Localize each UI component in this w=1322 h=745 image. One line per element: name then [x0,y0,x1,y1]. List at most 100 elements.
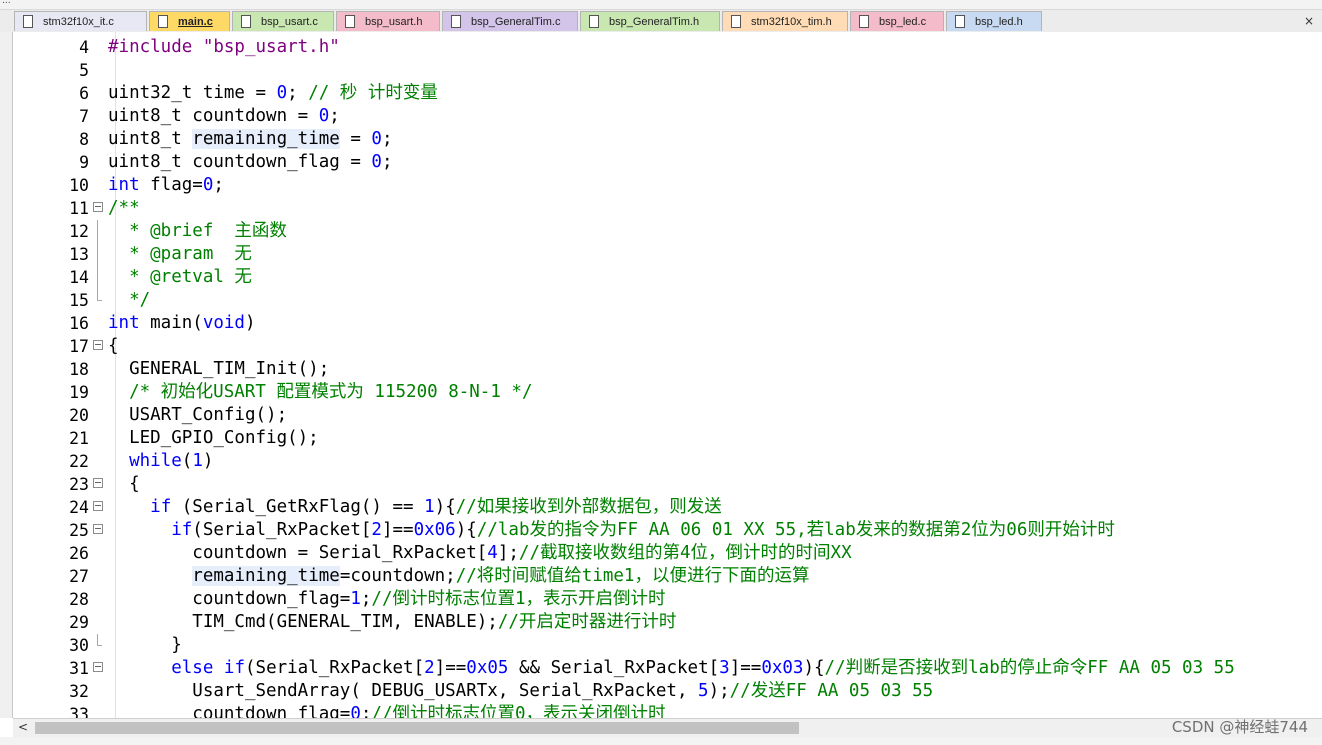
code-line[interactable]: 30 } [13,634,1322,657]
code-line[interactable]: 32 Usart_SendArray( DEBUG_USARTx, Serial… [13,680,1322,703]
code-text: countdown_flag=1;//倒计时标志位置1，表示开启倒计时 [108,589,666,609]
code-line[interactable]: 33 countdown_flag=0;//倒计时标志位置0，表示关闭倒计时 [13,703,1322,718]
toolbar-strip-text: ... [2,0,11,6]
tab-bsp-generaltim-c[interactable]: bsp_GeneralTim.c [442,11,578,31]
line-number: 9 [79,153,89,172]
code-line[interactable]: 4 #include "bsp_usart.h" [13,36,1322,59]
tab-bsp-generaltim-h[interactable]: bsp_GeneralTim.h [580,11,720,31]
code-line[interactable]: 27 remaining_time=countdown;//将时间赋值给time… [13,565,1322,588]
code-line[interactable]: 7 uint8_t countdown = 0; [13,105,1322,128]
tab-label: bsp_led.h [975,16,1023,28]
code-line[interactable]: 17 { [13,335,1322,358]
fold-toggle-icon[interactable] [93,524,103,534]
file-icon [158,15,168,28]
code-editor[interactable]: 4 #include "bsp_usart.h" 5 6 uint32_t time =… [13,32,1322,718]
line-number: 5 [79,61,89,80]
line-number: 17 [69,337,89,356]
tab-bsp-usart-c[interactable]: bsp_usart.c [232,11,334,31]
code-text: } [108,635,182,655]
tab-bsp-usart-h[interactable]: bsp_usart.h [336,11,440,31]
code-line[interactable]: 21 LED_GPIO_Config(); [13,427,1322,450]
code-text: USART_Config(); [108,405,288,425]
code-line[interactable]: 25 if(Serial_RxPacket[2]==0x06){//lab发的指… [13,519,1322,542]
editor-left-margin [0,32,13,718]
tab-label: main.c [178,16,213,28]
code-text: /* 初始化USART 配置模式为 115200 8-N-1 */ [129,382,533,402]
line-number: 12 [69,222,89,241]
code-line[interactable]: 14 * @retval 无 [13,266,1322,289]
line-number: 20 [69,406,89,425]
code-line[interactable]: 10 int flag=0; [13,174,1322,197]
file-icon [859,15,869,28]
file-icon [345,15,355,28]
code-text: countdown = Serial_RxPacket[4];//截取接收数组的… [108,543,852,563]
code-text: { [108,336,119,356]
line-number: 29 [69,613,89,632]
tab-label: bsp_usart.h [365,16,423,28]
toolbar-strip: ... [0,0,1322,10]
code-line[interactable]: 23 { [13,473,1322,496]
code-line[interactable]: 8 uint8_t remaining_time = 0; [13,128,1322,151]
line-number: 27 [69,567,89,586]
code-line[interactable]: 9 uint8_t countdown_flag = 0; [13,151,1322,174]
line-number: 11 [69,199,89,218]
line-number: 23 [69,475,89,494]
scroll-left-icon[interactable]: < [18,720,28,734]
code-line[interactable]: 29 TIM_Cmd(GENERAL_TIM, ENABLE);//开启定时器进… [13,611,1322,634]
code-line[interactable]: 26 countdown = Serial_RxPacket[4];//截取接收… [13,542,1322,565]
code-line[interactable]: 15 */ [13,289,1322,312]
line-number: 10 [69,176,89,195]
line-number: 8 [79,130,89,149]
code-line[interactable]: 16 int main(void) [13,312,1322,335]
line-number: 32 [69,682,89,701]
fold-toggle-icon[interactable] [93,478,103,488]
line-number: 30 [69,636,89,655]
close-icon[interactable]: × [1302,13,1316,29]
code-text: TIM_Cmd(GENERAL_TIM, ENABLE);//开启定时器进行计时 [108,612,677,632]
file-icon [23,15,33,28]
fold-toggle-icon[interactable] [93,340,103,350]
fold-end-marker [97,289,102,301]
code-line[interactable]: 6 uint32_t time = 0; // 秒 计时变量 [13,82,1322,105]
fold-toggle-icon[interactable] [93,202,103,212]
code-line[interactable]: 13 * @param 无 [13,243,1322,266]
code-line[interactable]: 12 * @brief 主函数 [13,220,1322,243]
code-line[interactable]: 28 countdown_flag=1;//倒计时标志位置1，表示开启倒计时 [13,588,1322,611]
horizontal-scrollbar[interactable]: < [13,718,1322,737]
line-number: 31 [69,659,89,678]
code-line[interactable]: 11 /** [13,197,1322,220]
line-number: 19 [69,383,89,402]
code-line[interactable]: 31 else if(Serial_RxPacket[2]==0x05 && S… [13,657,1322,680]
code-text: { [108,474,140,494]
code-text: uint8_t countdown_flag = 0; [108,152,393,172]
code-line[interactable]: 18 GENERAL_TIM_Init(); [13,358,1322,381]
line-number: 13 [69,245,89,264]
code-text: */ [108,290,151,310]
line-number: 4 [79,38,89,57]
code-line[interactable]: 19 /* 初始化USART 配置模式为 115200 8-N-1 */ [13,381,1322,404]
tab-bsp-led-c[interactable]: bsp_led.c [850,11,944,31]
fold-toggle-icon[interactable] [93,501,103,511]
line-number: 21 [69,429,89,448]
tab-main-c[interactable]: main.c [149,11,230,31]
tab-stm32f10x-it-c[interactable]: stm32f10x_it.c [14,11,147,31]
file-tab-bar: stm32f10x_it.c main.c bsp_usart.c bsp_usart… [0,10,1322,33]
fold-line [97,220,98,243]
code-line[interactable]: 24 if (Serial_GetRxFlag() == 1){//如果接收到外… [13,496,1322,519]
line-number: 28 [69,590,89,609]
file-icon [451,15,461,28]
code-line[interactable]: 20 USART_Config(); [13,404,1322,427]
line-number: 7 [79,107,89,126]
code-text: uint8_t remaining_time = 0; [108,129,393,149]
code-text: * @brief 主函数 [108,221,287,241]
scrollbar-thumb[interactable] [35,722,799,734]
fold-toggle-icon[interactable] [93,662,103,672]
line-number: 26 [69,544,89,563]
code-line[interactable]: 5 [13,59,1322,82]
code-line[interactable]: 22 while(1) [13,450,1322,473]
tab-bsp-led-h[interactable]: bsp_led.h [946,11,1042,31]
line-number: 6 [79,84,89,103]
code-text: /** [108,198,140,218]
tab-stm32f10x-tim-h[interactable]: stm32f10x_tim.h [722,11,848,31]
file-icon [241,15,251,28]
